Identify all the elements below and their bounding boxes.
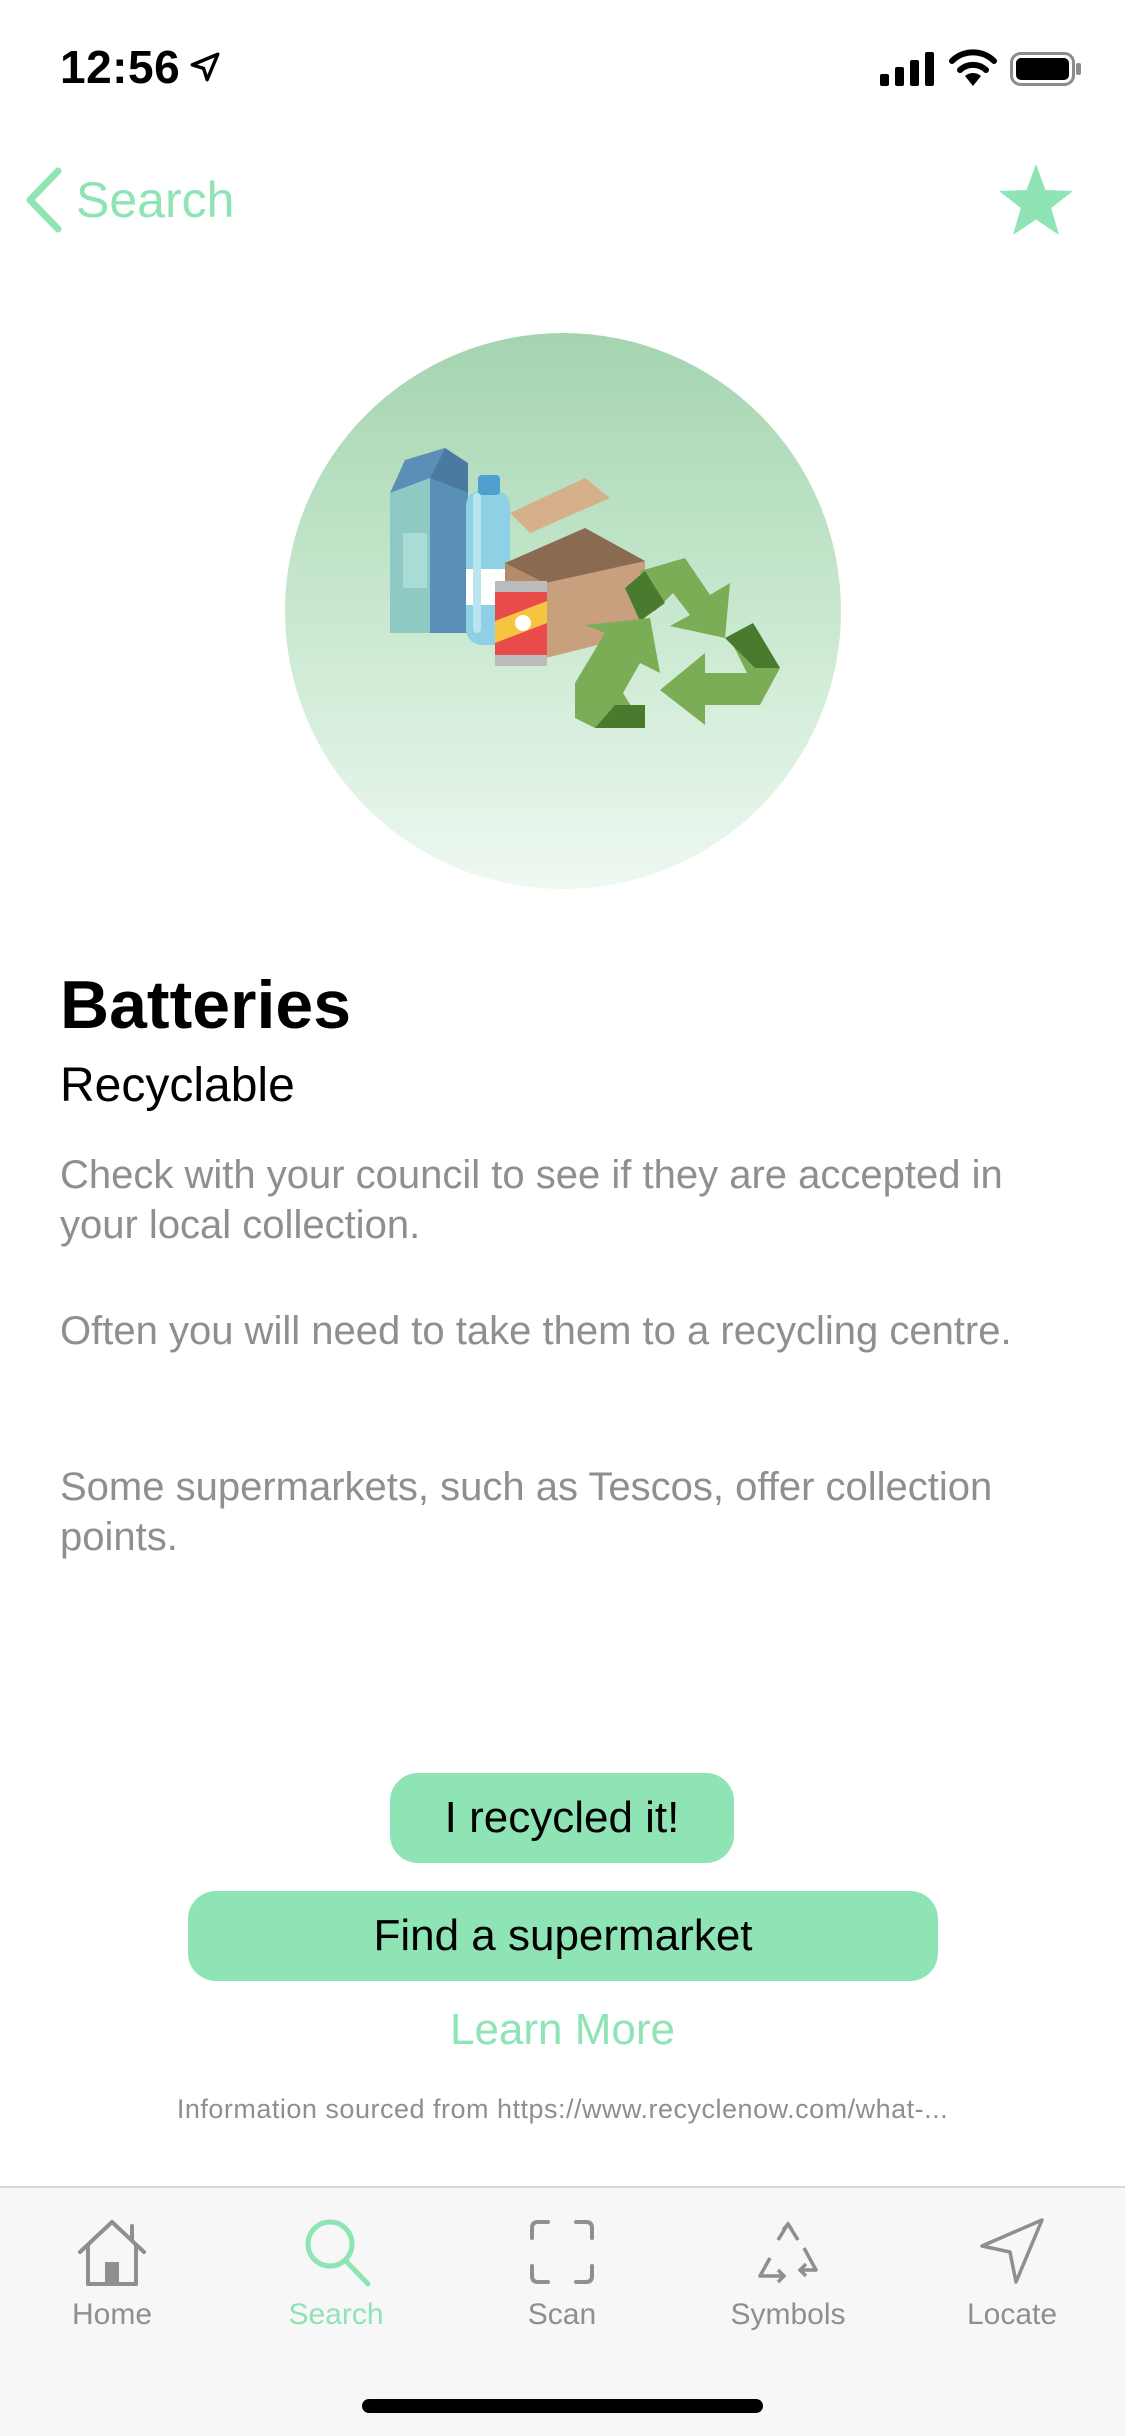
recyclability-status: Recyclable [60,1059,295,1112]
tab-symbols[interactable]: Symbols [688,2212,888,2352]
location-services-icon [190,52,220,82]
battery-icon [1010,52,1081,86]
tab-label: Search [288,2298,384,2331]
learn-more-link[interactable]: Learn More [0,2005,1125,2055]
search-icon [305,2219,371,2287]
scan-icon [530,2220,594,2284]
item-title: Batteries [60,967,352,1043]
find-supermarket-button[interactable]: Find a supermarket [188,1891,938,1981]
location-arrow-icon [980,2218,1044,2284]
status-bar: 12:56 [0,0,1125,130]
cellular-signal-icon [880,52,934,86]
home-icon [78,2220,146,2286]
wifi-icon [949,49,997,86]
recycle-symbol-icon [758,2221,818,2284]
back-button-label: Search [76,172,235,228]
tab-home[interactable]: Home [12,2212,212,2352]
recycling-illustration [285,333,841,889]
tab-scan[interactable]: Scan [462,2212,662,2352]
tab-label: Locate [966,2298,1058,2331]
back-button[interactable]: Search [24,160,234,240]
recyclables-image [390,448,780,728]
chevron-left-icon [26,167,62,233]
tab-bar: Home Search Scan Symbols Locate [0,2186,1125,2436]
status-time: 12:56 [60,41,181,93]
description-paragraph: Often you will need to take them to a re… [60,1309,1012,1353]
tab-locate[interactable]: Locate [912,2212,1112,2352]
item-detail-screen: 12:56 Search Batteries Recyclable Check … [0,0,1125,2436]
description-paragraph: Some supermarkets, such as Tescos, offer… [60,1465,993,1559]
tab-label: Symbols [730,2298,846,2331]
i-recycled-it-button[interactable]: I recycled it! [390,1773,734,1863]
tab-label: Scan [527,2298,597,2331]
star-icon[interactable] [996,160,1076,240]
tab-search[interactable]: Search [236,2212,436,2352]
tab-label: Home [71,2298,153,2331]
home-indicator[interactable] [362,2399,763,2413]
source-attribution: Information sourced from https://www.rec… [176,2094,949,2124]
description-paragraph: Check with your council to see if they a… [60,1153,1003,1247]
